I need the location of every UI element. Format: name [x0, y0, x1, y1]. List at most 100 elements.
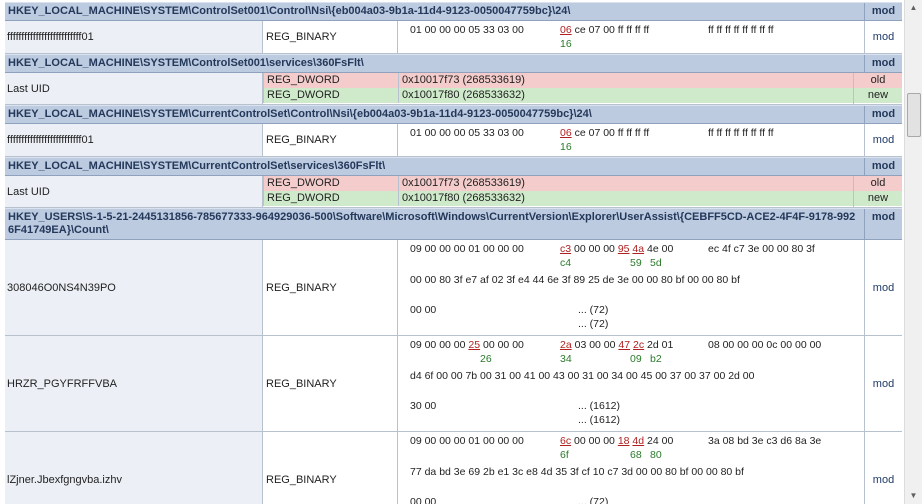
old-value-type: REG_DWORD	[263, 73, 399, 88]
hex-line: 00 00	[410, 496, 437, 504]
value-data: 09 00 00 00 01 00 00 00 c3 00 00 00 95 4a…	[398, 240, 865, 335]
key-status: mod	[871, 211, 896, 223]
value-row[interactable]: Last UID REG_DWORD 0x10017f73 (268533619) R…	[5, 73, 902, 105]
hex-line: 30 00	[410, 400, 437, 412]
scroll-up-arrow-icon[interactable]: ▲	[906, 0, 921, 16]
key-status: mod	[871, 160, 896, 172]
value-status: mod	[872, 377, 895, 390]
vertical-scrollbar[interactable]: ▲ ▼	[904, 0, 922, 504]
value-status: mod	[872, 134, 895, 146]
value-name: 308046O0NS4N39PO	[5, 240, 263, 335]
hex-group: 6c 00 00 00 18 4d 24 00	[560, 434, 673, 448]
new-value-type: REG_DWORD	[263, 88, 399, 103]
scroll-thumb[interactable]	[907, 93, 921, 137]
hex-byte-changed: 4a	[632, 243, 645, 255]
old-value-data: 0x10017f73 (268533619)	[402, 74, 525, 86]
value-status: mod	[872, 31, 895, 43]
hex-group: c3 00 00 00 95 4a 4e 00	[560, 242, 673, 256]
value-name: lZjner.Jbexfgngvba.izhv	[5, 432, 263, 504]
hex-group: 01 00 00 00 05 33 03 00	[410, 127, 524, 139]
hex-group: ec 4f c7 3e 00 00 80 3f	[708, 243, 815, 255]
key-header-row[interactable]: HKEY_LOCAL_MACHINE\SYSTEM\ControlSet001\…	[5, 54, 902, 73]
hex-byte-changed: 25	[468, 339, 481, 351]
truncation-note: ... (72)	[578, 496, 609, 504]
hex-group: 09 00 00 00 01 00 00 00	[410, 435, 524, 447]
key-header-row[interactable]: HKEY_LOCAL_MACHINE\SYSTEM\CurrentControl…	[5, 157, 902, 176]
registry-key-path: HKEY_LOCAL_MACHINE\SYSTEM\CurrentControl…	[5, 158, 865, 175]
hex-bytes: 00 00 00	[571, 435, 618, 447]
hex-byte-new: 09	[630, 353, 642, 365]
new-value: REG_DWORD 0x10017f80 (268533632)	[263, 88, 853, 103]
value-name: Last UID	[5, 73, 263, 104]
hex-group: 09 00 00 00 25 00 00 00	[410, 338, 524, 352]
hex-byte-changed: 2a	[560, 339, 572, 351]
hex-group: ff ff ff ff ff ff ff ff	[708, 127, 774, 139]
new-value-data: 0x10017f80 (268533632)	[402, 192, 525, 204]
truncation-note: ... (1612)	[578, 400, 621, 412]
registry-key-path: HKEY_USERS\S-1-5-21-2445131856-785677333…	[5, 209, 865, 239]
value-row[interactable]: ffffffffffffffffffffffffff01 REG_BINARY 01…	[5, 21, 902, 54]
hex-byte-new: 80	[650, 449, 662, 461]
truncation-note: ... (72)	[578, 318, 609, 330]
hex-line: 00 00	[410, 304, 437, 316]
hex-line: 00 00 80 3f e7 af 02 3f e4 44 6e 3f 89 2…	[410, 274, 740, 286]
value-data: 01 00 00 00 05 33 03 00 06 ce 07 00 ff ff…	[398, 21, 865, 53]
value-row[interactable]: 308046O0NS4N39PO REG_BINARY 09 00 00 00 01…	[5, 240, 902, 336]
key-header-row[interactable]: HKEY_LOCAL_MACHINE\SYSTEM\CurrentControl…	[5, 105, 902, 124]
hex-byte-changed: 2c	[633, 339, 645, 351]
hex-bytes: 2d 01	[644, 339, 674, 351]
registry-diff-view: HKEY_LOCAL_MACHINE\SYSTEM\ControlSet001\…	[0, 0, 903, 504]
old-value: REG_DWORD 0x10017f73 (268533619)	[263, 176, 853, 191]
new-status: new	[854, 191, 902, 206]
value-data: 09 00 00 00 25 00 00 00 2a 03 00 00 47 2c…	[398, 336, 865, 431]
dword-values: REG_DWORD 0x10017f73 (268533619) REG_DWORD…	[263, 73, 854, 104]
value-name: ffffffffffffffffffffffffff01	[5, 21, 263, 53]
hex-group: 01 00 00 00 05 33 03 00	[410, 24, 524, 36]
value-type: REG_BINARY	[263, 124, 398, 156]
hex-byte-new: 68	[630, 449, 642, 461]
hex-byte-new: c4	[560, 257, 572, 269]
hex-byte-new: b2	[650, 353, 662, 365]
registry-diff-grid: HKEY_LOCAL_MACHINE\SYSTEM\ControlSet001\…	[5, 2, 902, 504]
registry-key-path: HKEY_LOCAL_MACHINE\SYSTEM\ControlSet001\…	[5, 55, 865, 72]
value-status: old new	[854, 176, 902, 207]
key-status: mod	[871, 108, 896, 120]
value-name: ffffffffffffffffffffffffff01	[5, 124, 263, 156]
hex-byte-new: 34	[560, 353, 572, 365]
hex-bytes: 03 00 00	[571, 339, 619, 351]
hex-byte-changed: 18	[617, 435, 630, 447]
value-type: REG_BINARY	[263, 336, 398, 431]
value-data: 09 00 00 00 01 00 00 00 6c 00 00 00 18 4d…	[398, 432, 865, 504]
hex-line: d4 6f 00 00 7b 00 31 00 41 00 43 00 31 0…	[410, 370, 755, 382]
key-status: mod	[871, 5, 896, 17]
new-value-type: REG_DWORD	[263, 191, 399, 206]
old-value: REG_DWORD 0x10017f73 (268533619)	[263, 73, 853, 88]
value-row[interactable]: ffffffffffffffffffffffffff01 REG_BINARY 01…	[5, 124, 902, 157]
hex-group: 2a 03 00 00 47 2c 2d 01	[560, 338, 673, 352]
hex-bytes: 4e 00	[644, 243, 674, 255]
hex-bytes: ce 07 00 ff ff ff ff	[571, 127, 650, 139]
old-status: old	[854, 176, 902, 191]
hex-group: 3a 08 bd 3e c3 d6 8a 3e	[708, 435, 822, 447]
registry-key-path: HKEY_LOCAL_MACHINE\SYSTEM\ControlSet001\…	[5, 3, 865, 20]
dword-values: REG_DWORD 0x10017f73 (268533619) REG_DWORD…	[263, 176, 854, 207]
hex-byte-new: 16	[560, 38, 572, 50]
value-row[interactable]: HRZR_PGYFRFFVBA REG_BINARY 09 00 00 00 25 …	[5, 336, 902, 432]
value-type: REG_BINARY	[263, 432, 398, 504]
hex-byte-new: 16	[560, 141, 572, 153]
value-row[interactable]: Last UID REG_DWORD 0x10017f73 (268533619) R…	[5, 176, 902, 208]
hex-group: 06 ce 07 00 ff ff ff ff	[560, 126, 649, 140]
hex-byte-changed: c3	[560, 243, 572, 255]
key-header-row[interactable]: HKEY_LOCAL_MACHINE\SYSTEM\ControlSet001\…	[5, 2, 902, 21]
hex-group: 08 00 00 00 0c 00 00 00	[708, 339, 822, 351]
hex-bytes: ce 07 00 ff ff ff ff	[571, 24, 650, 36]
key-header-row[interactable]: HKEY_USERS\S-1-5-21-2445131856-785677333…	[5, 208, 902, 240]
value-status: old new	[854, 73, 902, 104]
value-status: mod	[872, 281, 895, 294]
value-name: Last UID	[5, 176, 263, 207]
value-name: HRZR_PGYFRFFVBA	[5, 336, 263, 431]
hex-group: 09 00 00 00 01 00 00 00	[410, 243, 524, 255]
value-row[interactable]: lZjner.Jbexfgngvba.izhv REG_BINARY 09 00 0…	[5, 432, 902, 504]
new-value: REG_DWORD 0x10017f80 (268533632)	[263, 191, 853, 206]
scroll-down-arrow-icon[interactable]: ▼	[906, 488, 921, 504]
